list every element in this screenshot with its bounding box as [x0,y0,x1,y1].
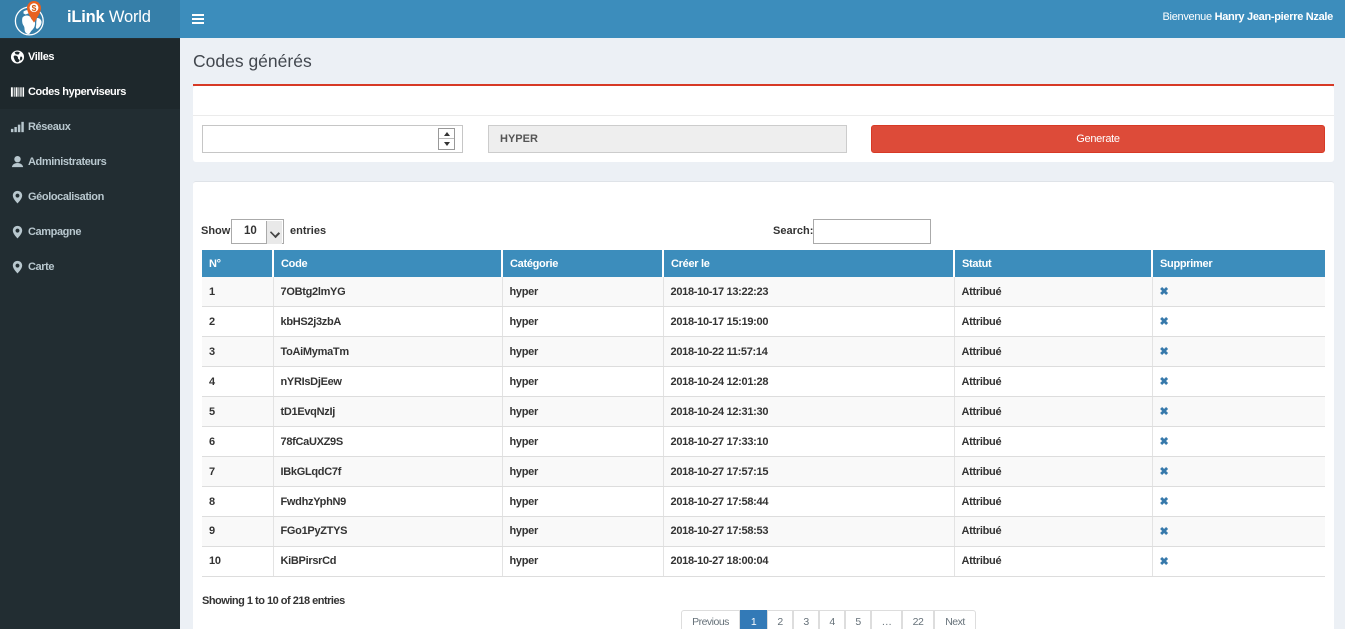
svg-text:$: $ [32,3,37,13]
